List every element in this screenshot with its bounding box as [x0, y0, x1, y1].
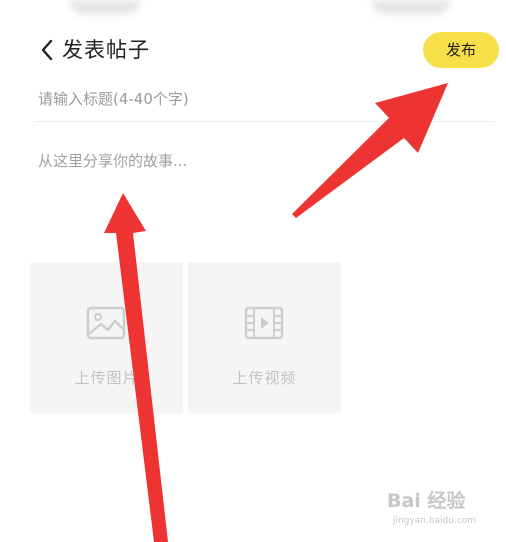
chevron-left-icon[interactable]: [38, 36, 58, 64]
title-input[interactable]: [38, 84, 488, 114]
upload-image-label: 上传图片: [74, 369, 139, 387]
status-bar-remnant-right: [372, 0, 450, 14]
status-bar-remnant-left: [70, 0, 140, 14]
film-icon: [244, 306, 284, 340]
divider: [34, 121, 495, 122]
watermark-url: jingyan.baidu.com: [393, 516, 477, 526]
upload-video-button[interactable]: 上传视频: [188, 262, 341, 413]
content-textarea[interactable]: [38, 150, 488, 240]
header-bar: 发表帖子 发布: [0, 28, 506, 72]
upload-image-button[interactable]: 上传图片: [30, 262, 183, 413]
watermark-logo: Bai 经验: [387, 490, 466, 512]
watermark: Bai 经验 jingyan.baidu.com: [387, 486, 497, 536]
upload-video-label: 上传视频: [232, 369, 297, 387]
image-icon: [86, 306, 126, 340]
page-title: 发表帖子: [62, 38, 150, 62]
publish-button[interactable]: 发布: [423, 32, 499, 68]
